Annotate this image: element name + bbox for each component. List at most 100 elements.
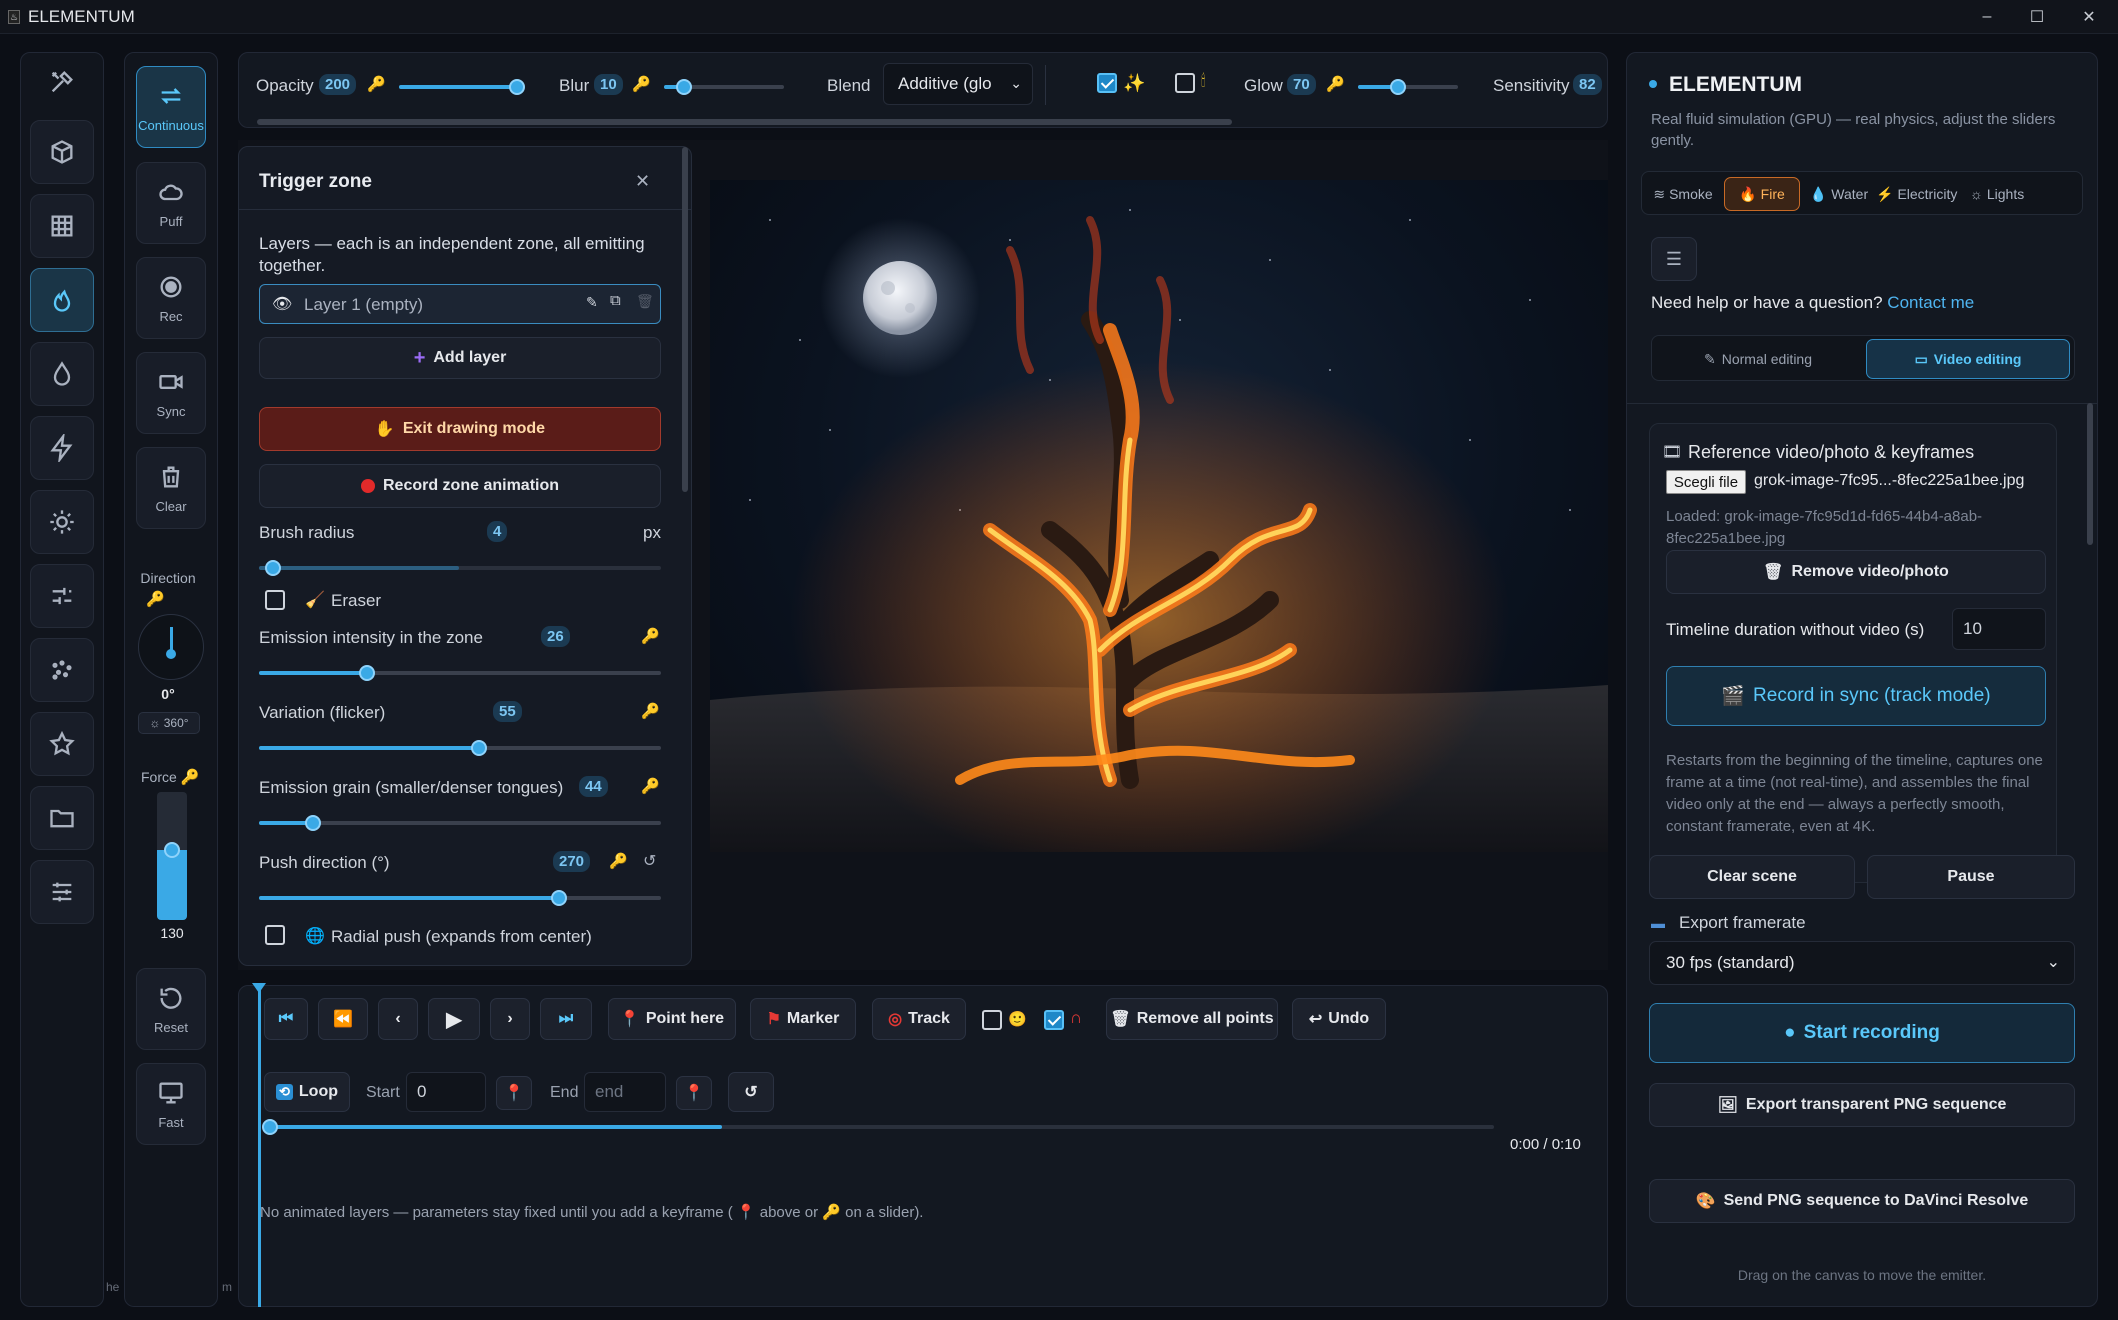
- timeline-playhead[interactable]: [258, 985, 261, 1307]
- clear-scene-button[interactable]: Clear scene: [1649, 855, 1855, 899]
- push-direction-slider[interactable]: [259, 890, 661, 906]
- framerate-select[interactable]: 30 fps (standard) ⌄: [1649, 941, 2075, 985]
- right-panel-scrollbar[interactable]: [2087, 403, 2093, 545]
- tab-electricity[interactable]: ⚡ Electricity: [1876, 178, 1962, 210]
- start-recording-button[interactable]: ● Start recording: [1649, 1003, 2075, 1063]
- opacity-key-icon[interactable]: 🔑: [367, 75, 386, 93]
- radial-push-checkbox[interactable]: [265, 925, 285, 945]
- grid-icon[interactable]: [30, 194, 94, 258]
- record-zone-animation-button[interactable]: Record zone animation: [259, 464, 661, 508]
- play-button[interactable]: ▶: [428, 998, 480, 1040]
- skip-to-end-button[interactable]: ⏭: [540, 998, 592, 1040]
- water-drop-icon[interactable]: [30, 342, 94, 406]
- sync-button[interactable]: Sync: [136, 352, 206, 434]
- reset-button[interactable]: Reset: [136, 968, 206, 1050]
- set-start-pin-button[interactable]: 📍: [496, 1076, 532, 1110]
- minimize-button[interactable]: –: [1962, 0, 2012, 34]
- push-key-icon[interactable]: 🔑: [609, 852, 628, 870]
- glow-key-icon[interactable]: 🔑: [1326, 75, 1345, 93]
- remove-media-button[interactable]: 🗑 Remove video/photo: [1666, 550, 2046, 594]
- choose-file-button[interactable]: Scegli file: [1666, 470, 1746, 494]
- skip-to-start-button[interactable]: ⏮: [264, 998, 308, 1040]
- grain-key-icon[interactable]: 🔑: [641, 777, 660, 795]
- prev-frame-button[interactable]: ‹: [378, 998, 418, 1040]
- remove-all-points-button[interactable]: 🗑 Remove all points: [1106, 998, 1278, 1040]
- next-frame-button[interactable]: ›: [490, 998, 530, 1040]
- reset-icon[interactable]: ↺: [643, 851, 656, 871]
- adjust-icon[interactable]: [30, 860, 94, 924]
- end-input[interactable]: end: [584, 1072, 666, 1112]
- fire-icon[interactable]: [30, 268, 94, 332]
- record-in-sync-button[interactable]: 🎬 Record in sync (track mode): [1666, 666, 2046, 726]
- lightning-icon[interactable]: [30, 416, 94, 480]
- direction-360-button[interactable]: ☼ 360°: [138, 712, 200, 734]
- folder-icon[interactable]: [30, 786, 94, 850]
- emission-intensity-slider[interactable]: [259, 665, 661, 681]
- duration-input[interactable]: 10: [1952, 608, 2046, 650]
- continuous-button[interactable]: Continuous: [136, 66, 206, 148]
- emission-grain-slider[interactable]: [259, 815, 661, 831]
- sparkle-checkbox[interactable]: [1097, 73, 1117, 93]
- track-button[interactable]: ◎ Track: [872, 998, 966, 1040]
- video-editing-button[interactable]: ▭ Video editing: [1866, 339, 2070, 379]
- pause-button[interactable]: Pause: [1867, 855, 2075, 899]
- sun-icon[interactable]: [30, 490, 94, 554]
- glow-slider[interactable]: [1358, 79, 1458, 95]
- magnet-checkbox[interactable]: [1044, 1010, 1064, 1030]
- rec-button[interactable]: Rec: [136, 257, 206, 339]
- eraser-checkbox[interactable]: [265, 590, 285, 610]
- simulation-canvas[interactable]: [710, 180, 1608, 852]
- tab-water[interactable]: 💧 Water: [1806, 178, 1872, 210]
- duplicate-icon[interactable]: ⧉: [610, 292, 621, 309]
- blend-select[interactable]: Additive (glo ⌄: [883, 63, 1033, 105]
- opacity-slider[interactable]: [399, 79, 525, 95]
- direction-key-icon[interactable]: 🔑: [146, 590, 165, 608]
- top-bar-scrollbar[interactable]: [257, 119, 1232, 125]
- variation-key-icon[interactable]: 🔑: [641, 702, 660, 720]
- set-end-pin-button[interactable]: 📍: [676, 1076, 712, 1110]
- point-here-button[interactable]: 📍 Point here: [608, 998, 736, 1040]
- candle-checkbox[interactable]: [1175, 73, 1195, 93]
- loop-button[interactable]: ⟲ Loop: [264, 1072, 350, 1112]
- cube-icon[interactable]: [30, 120, 94, 184]
- direction-dial[interactable]: [138, 614, 204, 680]
- pencil-icon[interactable]: ✎: [586, 294, 598, 311]
- star-icon[interactable]: [30, 712, 94, 776]
- undo-button[interactable]: ↩ Undo: [1292, 998, 1386, 1040]
- clear-button[interactable]: Clear: [136, 447, 206, 529]
- marker-button[interactable]: ⚑ Marker: [750, 998, 856, 1040]
- trash-icon[interactable]: 🗑: [636, 293, 654, 310]
- scrubber-knob[interactable]: [262, 1119, 278, 1135]
- trigger-panel-scrollbar[interactable]: [682, 147, 688, 492]
- puff-button[interactable]: Puff: [136, 162, 206, 244]
- particles-icon[interactable]: [30, 638, 94, 702]
- layer-row[interactable]: 👁 Layer 1 (empty) ✎ ⧉ 🗑: [259, 284, 661, 324]
- sliders-icon[interactable]: [30, 564, 94, 628]
- rewind-button[interactable]: ⏪: [318, 998, 368, 1040]
- reset-range-button[interactable]: ↺: [728, 1072, 774, 1112]
- tab-fire[interactable]: 🔥 Fire: [1724, 177, 1800, 211]
- tab-lights[interactable]: ☼ Lights: [1970, 178, 2078, 210]
- close-window-button[interactable]: ✕: [2064, 0, 2114, 34]
- close-icon[interactable]: ✕: [635, 171, 650, 192]
- eye-icon[interactable]: 👁: [272, 294, 292, 314]
- variation-slider[interactable]: [259, 740, 661, 756]
- face-tracking-checkbox[interactable]: [982, 1010, 1002, 1030]
- brush-radius-slider[interactable]: [259, 560, 661, 576]
- blur-key-icon[interactable]: 🔑: [632, 75, 651, 93]
- tools-icon[interactable]: [30, 50, 94, 114]
- exit-drawing-mode-button[interactable]: ✋ Exit drawing mode: [259, 407, 661, 451]
- emission-key-icon[interactable]: 🔑: [641, 627, 660, 645]
- export-png-button[interactable]: 🖼 Export transparent PNG sequence: [1649, 1083, 2075, 1127]
- timeline-scrubber[interactable]: [262, 1119, 1494, 1135]
- settings-sliders-button[interactable]: ☰: [1651, 237, 1697, 281]
- tab-smoke[interactable]: ≋ Smoke: [1648, 178, 1718, 210]
- send-davinci-button[interactable]: 🎨 Send PNG sequence to DaVinci Resolve: [1649, 1179, 2075, 1223]
- start-input[interactable]: 0: [406, 1072, 486, 1112]
- maximize-button[interactable]: ☐: [2012, 0, 2062, 34]
- normal-editing-button[interactable]: ✎ Normal editing: [1656, 340, 1860, 378]
- blur-slider[interactable]: [664, 79, 784, 95]
- force-slider[interactable]: [157, 792, 187, 920]
- add-layer-button[interactable]: + Add layer: [259, 337, 661, 379]
- fast-button[interactable]: Fast: [136, 1063, 206, 1145]
